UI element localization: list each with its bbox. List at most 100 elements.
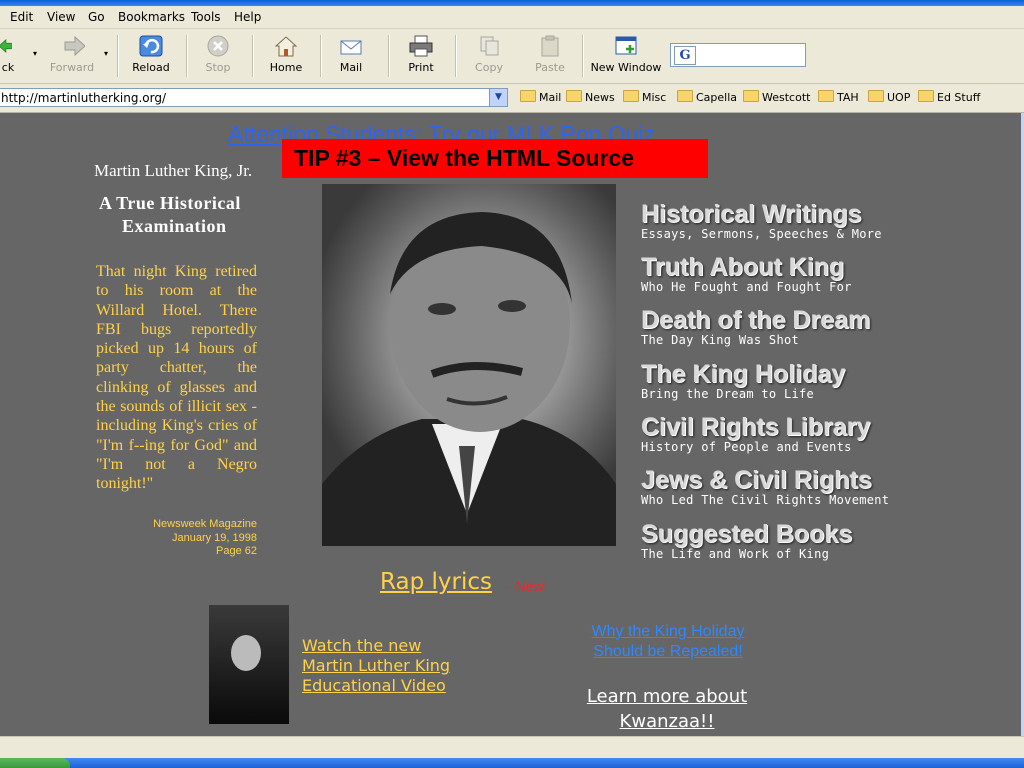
subtitle-line-1: A True Historical bbox=[99, 193, 241, 213]
nav-death-of-the-dream[interactable]: Death of the Dream The Day King Was Shot bbox=[641, 306, 870, 347]
url-field[interactable]: http://martinlutherking.org/ ▼ bbox=[0, 88, 508, 107]
back-dropdown-icon[interactable]: ▾ bbox=[33, 49, 37, 58]
bookmark-uop[interactable]: UOP bbox=[868, 90, 910, 104]
home-label: Home bbox=[269, 61, 303, 74]
windows-taskbar bbox=[0, 758, 1024, 768]
forward-button[interactable]: Forward bbox=[48, 33, 96, 74]
forward-label: Forward bbox=[49, 61, 95, 74]
printer-icon bbox=[409, 35, 433, 57]
copy-button[interactable]: Copy bbox=[474, 33, 504, 74]
folder-icon bbox=[743, 90, 759, 102]
tip-banner: TIP #3 – View the HTML Source bbox=[282, 139, 708, 178]
bookmark-label: Westcott bbox=[762, 91, 811, 104]
citation-page: Page 62 bbox=[216, 545, 257, 557]
paste-label: Paste bbox=[535, 61, 565, 74]
subtitle-line-2: Examination bbox=[122, 216, 227, 236]
bookmark-label: Misc bbox=[642, 91, 667, 104]
back-button[interactable]: ck bbox=[0, 33, 18, 74]
stop-icon bbox=[207, 35, 229, 57]
status-bar bbox=[0, 736, 1024, 759]
quote-citation: Newsweek Magazine January 19, 1998 Page … bbox=[120, 518, 257, 559]
menu-help[interactable]: Help bbox=[234, 10, 261, 24]
url-dropdown-icon[interactable]: ▼ bbox=[489, 89, 507, 106]
menu-tools[interactable]: Tools bbox=[191, 10, 221, 24]
toolbar-separator bbox=[455, 35, 457, 77]
toolbar-separator bbox=[582, 35, 584, 77]
page-title: Martin Luther King, Jr. bbox=[94, 161, 253, 180]
video-thumbnail[interactable] bbox=[209, 605, 289, 724]
toolbar-separator bbox=[388, 35, 390, 77]
bookmark-label: UOP bbox=[887, 91, 911, 104]
nav-civil-rights-library[interactable]: Civil Rights Library History of People an… bbox=[641, 413, 870, 454]
mail-button[interactable]: Mail bbox=[336, 33, 366, 74]
folder-icon bbox=[868, 90, 884, 102]
video-link-line-2: Martin Luther King bbox=[302, 656, 451, 675]
toolbar-separator bbox=[117, 35, 119, 77]
nav-king-holiday[interactable]: The King Holiday Bring the Dream to Life bbox=[641, 360, 845, 401]
folder-icon bbox=[623, 90, 639, 102]
copy-label: Copy bbox=[475, 61, 503, 74]
stop-button[interactable]: Stop bbox=[200, 33, 236, 74]
print-button[interactable]: Print bbox=[406, 33, 436, 74]
bookmark-label: News bbox=[585, 91, 615, 104]
nav-subtext: The Life and Work of King bbox=[641, 547, 830, 561]
copy-icon bbox=[480, 36, 499, 56]
thumbnail-face bbox=[231, 635, 261, 671]
bookmark-label: Ed Stuff bbox=[937, 91, 981, 104]
home-button[interactable]: Home bbox=[268, 33, 304, 74]
rap-lyrics-link[interactable]: Rap lyrics bbox=[380, 569, 492, 595]
nav-subtext: History of People and Events bbox=[641, 440, 852, 454]
menu-bookmarks[interactable]: Bookmarks bbox=[118, 10, 185, 24]
toolbar-separator bbox=[320, 35, 322, 77]
new-window-button[interactable]: New Window bbox=[590, 33, 662, 74]
reload-button[interactable]: Reload bbox=[130, 33, 172, 74]
reload-icon bbox=[139, 35, 163, 57]
bookmark-mail[interactable]: Mail bbox=[520, 90, 561, 104]
nav-suggested-books[interactable]: Suggested Books The Life and Work of King bbox=[641, 520, 852, 561]
google-search-engine-icon[interactable]: G bbox=[674, 46, 696, 65]
nav-jews-civil-rights[interactable]: Jews & Civil Rights Who Led The Civil Rig… bbox=[641, 466, 889, 507]
kwanzaa-link-line-2: Kwanzaa!! bbox=[619, 711, 715, 732]
nav-heading: Jews & Civil Rights bbox=[641, 466, 872, 494]
kwanzaa-link-line-1: Learn more about bbox=[586, 686, 748, 707]
menu-view[interactable]: View bbox=[47, 10, 75, 24]
mail-icon bbox=[340, 40, 362, 55]
toolbar-separator bbox=[186, 35, 188, 77]
repeal-link-line-1: Why the King Holiday bbox=[591, 623, 745, 640]
folder-icon bbox=[818, 90, 834, 102]
new-window-label: New Window bbox=[590, 61, 662, 74]
bookmark-westcott[interactable]: Westcott bbox=[743, 90, 810, 104]
citation-source: Newsweek Magazine bbox=[153, 518, 257, 530]
nav-truth-about-king[interactable]: Truth About King Who He Fought and Fought… bbox=[641, 253, 852, 294]
bookmark-tah[interactable]: TAH bbox=[818, 90, 859, 104]
forward-dropdown-icon[interactable]: ▾ bbox=[104, 49, 108, 58]
print-label: Print bbox=[408, 61, 434, 74]
paste-icon bbox=[541, 35, 559, 57]
start-button[interactable] bbox=[0, 758, 70, 768]
bookmark-news[interactable]: News bbox=[566, 90, 615, 104]
nav-subtext: The Day King Was Shot bbox=[641, 333, 800, 347]
repeal-holiday-link[interactable]: Why the King Holiday Should be Repealed! bbox=[568, 622, 768, 662]
paste-button[interactable]: Paste bbox=[534, 33, 566, 74]
educational-video-link[interactable]: Watch the new Martin Luther King Educati… bbox=[302, 636, 450, 696]
nav-historical-writings[interactable]: Historical Writings Essays, Sermons, Spee… bbox=[641, 200, 882, 241]
new-badge: - New! bbox=[507, 578, 548, 594]
bookmark-label: TAH bbox=[837, 91, 859, 104]
nav-subtext: Who He Fought and Fought For bbox=[641, 280, 852, 294]
back-arrow-icon bbox=[0, 38, 12, 54]
kwanzaa-link[interactable]: Learn more about Kwanzaa!! bbox=[572, 684, 762, 734]
bookmark-label: Capella bbox=[696, 91, 738, 104]
menu-go[interactable]: Go bbox=[88, 10, 105, 24]
video-link-line-3: Educational Video bbox=[302, 676, 446, 695]
new-window-icon bbox=[615, 36, 637, 55]
nav-heading: Truth About King bbox=[641, 253, 845, 281]
bookmark-capella[interactable]: Capella bbox=[677, 90, 737, 104]
newsweek-quote: That night King retired to his room at t… bbox=[96, 263, 257, 493]
navigation-toolbar: ck ▾ Forward ▾ Reload Stop Home Mail Pri… bbox=[0, 29, 1024, 84]
bookmark-ed-stuff[interactable]: Ed Stuff bbox=[918, 90, 980, 104]
video-link-line-1: Watch the new bbox=[302, 636, 422, 655]
menu-edit[interactable]: Edit bbox=[10, 10, 33, 24]
menu-bar: Edit View Go Bookmarks Tools Help bbox=[0, 6, 1024, 29]
folder-icon bbox=[566, 90, 582, 102]
bookmark-misc[interactable]: Misc bbox=[623, 90, 666, 104]
